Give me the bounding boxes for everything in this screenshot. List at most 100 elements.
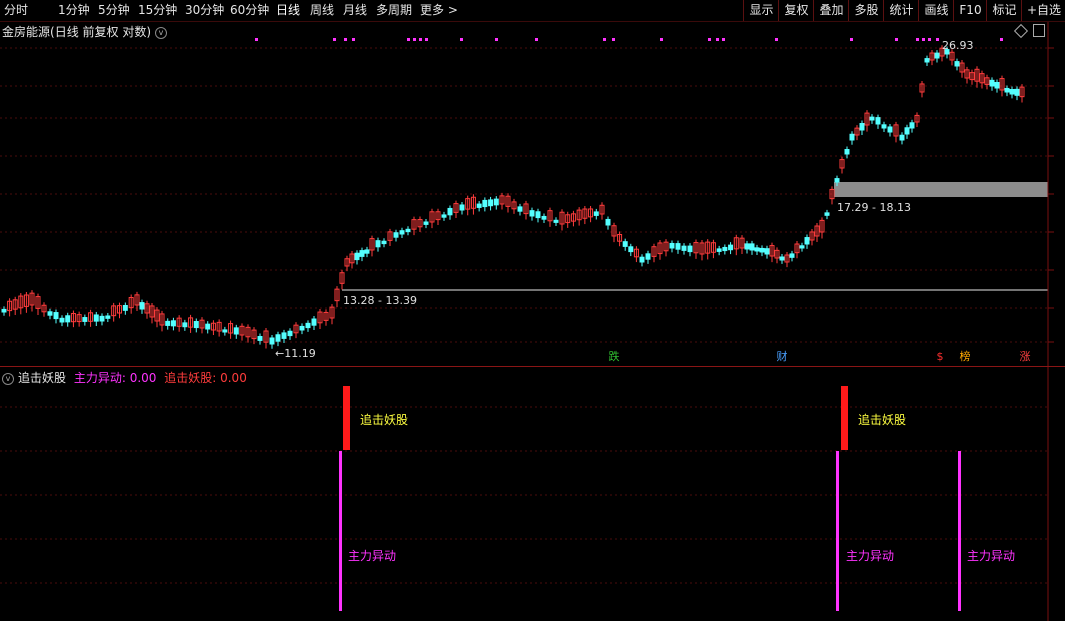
tab-multi-period[interactable]: 多周期 [376,0,412,21]
candle-body [405,228,411,233]
candle-body [844,149,850,155]
candle-body [799,245,805,249]
candle-body [849,133,855,141]
candle-body [1009,89,1015,95]
candle-body [488,199,494,207]
candle-body [311,318,317,326]
candle-body [375,240,381,248]
tab-30min[interactable]: 30分钟 [185,0,224,21]
signal-dot [535,38,538,41]
signal-dot [495,38,498,41]
signal-dot [425,38,428,41]
candle-body [287,330,293,337]
candle-body [904,127,910,135]
candle-body [994,82,1000,89]
signal-dot [333,38,336,41]
signal-dot [1000,38,1003,41]
chart-area[interactable]: 金房能源(日线 前复权 对数) v 13.28 - 13.39 17.29 - 1… [0,22,1065,621]
signal-dot [660,38,663,41]
signal-dot [255,38,258,41]
zhuiji-label-2: 追击妖股 [858,413,907,427]
candle-body [541,215,547,220]
candle-body [47,311,53,316]
candle-body [529,210,535,217]
signal-dot [850,38,853,41]
candle-body [82,317,88,322]
event-badge-cai[interactable]: 财 [775,350,789,364]
candle-body [359,250,365,257]
candle-body [669,242,675,249]
mark-button[interactable]: 标记 [986,0,1022,21]
candle-body [65,315,71,323]
signal-dot [895,38,898,41]
event-badge-zhang[interactable]: 涨 [1018,350,1032,364]
tab-15min[interactable]: 15分钟 [138,0,177,21]
event-badge-bang[interactable]: 榜 [958,350,972,364]
candle-body [393,232,399,238]
candle-body [441,214,447,218]
candle-body [789,253,795,258]
candle-body [875,117,881,125]
signal-dot [775,38,778,41]
candle-body [681,245,687,251]
tab-daily[interactable]: 日线 [276,0,300,21]
candle-body [899,134,905,141]
signal-dot [419,38,422,41]
indicator-chart[interactable] [0,367,1065,621]
f10-button[interactable]: F10 [953,0,987,21]
stats-button[interactable]: 统计 [883,0,919,21]
draw-line-button[interactable]: 画线 [918,0,954,21]
badge-text: 涨 [1019,350,1031,363]
zhuli-bar-3 [958,451,961,611]
candle-body [954,61,960,67]
tab-60min[interactable]: 60分钟 [230,0,269,21]
signal-dot [722,38,725,41]
candle-body [182,322,188,328]
candlestick-chart[interactable] [0,22,1065,367]
fuquan-button[interactable]: 复权 [778,0,814,21]
signal-dot [603,38,606,41]
tab-1min[interactable]: 1分钟 [58,0,90,21]
candle-body [535,211,541,219]
multi-stock-button[interactable]: 多股 [848,0,884,21]
candle-body [716,248,722,252]
overlay-button[interactable]: 叠加 [813,0,849,21]
display-button[interactable]: 显示 [743,0,779,21]
tab-more[interactable]: 更多 > [420,0,458,21]
event-badge-die[interactable]: 跌 [607,350,621,364]
tab-5min[interactable]: 5分钟 [98,0,130,21]
zhuli-label-2: 主力异动 [846,549,895,563]
candle-body [869,116,875,121]
tab-monthly[interactable]: 月线 [343,0,367,21]
candle-body [93,314,99,322]
candle-body [139,302,145,310]
candle-body [553,219,559,223]
candle-body [1004,87,1010,93]
signal-dot [922,38,925,41]
candle-body [399,230,405,235]
candle-body [205,323,211,330]
event-badge-dollar[interactable]: $ [933,350,947,364]
add-watchlist-button[interactable]: +自选 [1021,0,1065,21]
tab-fenshi[interactable]: 分时 [4,0,28,21]
candle-body [447,207,453,216]
candle-body [1014,88,1020,96]
candle-body [99,315,105,322]
candle-body [759,247,765,253]
signal-dot [928,38,931,41]
candle-body [364,249,370,254]
candle-body [764,248,770,255]
signal-dot [352,38,355,41]
high-price-label: 26.93 [942,39,974,52]
signal-dot [612,38,615,41]
candle-body [305,322,311,329]
tab-weekly[interactable]: 周线 [310,0,334,21]
candle-body [354,252,360,261]
candle-body [493,198,499,206]
candle-body [909,122,915,129]
candle-body [645,253,651,260]
candle-body [459,204,465,211]
candle-body [482,199,488,208]
signal-dot [460,38,463,41]
signal-dot [407,38,410,41]
